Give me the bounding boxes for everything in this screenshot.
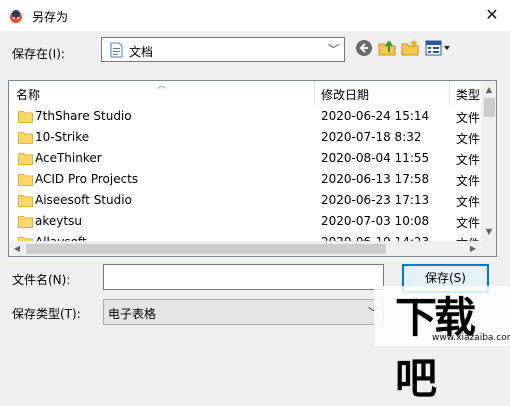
file-date: 2020-06-23 17:13 bbox=[321, 193, 430, 207]
column-header-row: 名称 ︿ 修改日期 类型 bbox=[9, 81, 481, 105]
file-type: 文件 bbox=[456, 153, 481, 167]
new-folder-icon[interactable] bbox=[401, 38, 419, 57]
scroll-left-arrow-icon[interactable]: ◀ bbox=[9, 241, 25, 256]
view-menu-icon[interactable] bbox=[425, 39, 453, 57]
save-type-value: 电子表格 bbox=[108, 307, 157, 321]
folder-icon bbox=[18, 195, 33, 207]
vertical-scrollbar[interactable]: ▲ ▼ bbox=[481, 81, 496, 241]
app-icon bbox=[10, 10, 22, 23]
file-type: 文件 bbox=[456, 132, 481, 146]
save-type-dropdown[interactable]: 电子表格 ﹀ bbox=[103, 299, 384, 325]
watermark-url: www.xiazaiba.com bbox=[432, 333, 510, 343]
file-name: Aiseesoft Studio bbox=[35, 193, 132, 207]
scroll-down-arrow-icon[interactable]: ▼ bbox=[481, 223, 496, 240]
save-type-label: 保存类型(T): bbox=[12, 307, 81, 321]
file-list[interactable]: 名称 ︿ 修改日期 类型 7thShare Studio 2020-06-24 1… bbox=[8, 80, 497, 257]
file-name-label: 文件名(N): bbox=[12, 273, 71, 287]
list-item[interactable]: Aiseesoft Studio 2020-06-23 17:13 文件 bbox=[9, 190, 481, 211]
save-in-dropdown[interactable]: 文档 ﹀ bbox=[101, 37, 345, 62]
folder-icon bbox=[18, 153, 33, 165]
back-icon[interactable] bbox=[355, 39, 373, 57]
file-name: ACID Pro Projects bbox=[35, 172, 139, 186]
file-type: 文件 bbox=[456, 174, 481, 188]
folder-icon bbox=[18, 216, 33, 228]
watermark-logo: 下载吧 bbox=[395, 293, 476, 403]
column-header-type[interactable]: 类型 bbox=[456, 86, 480, 103]
file-date: 2020-06-13 17:58 bbox=[321, 172, 430, 186]
file-name: akeytsu bbox=[35, 214, 82, 228]
chevron-down-icon: ﹀ bbox=[328, 43, 339, 56]
list-item[interactable]: ACID Pro Projects 2020-06-13 17:58 文件 bbox=[9, 169, 481, 190]
scroll-right-arrow-icon[interactable]: ▶ bbox=[465, 241, 481, 256]
file-name: 7thShare Studio bbox=[35, 109, 132, 123]
up-folder-icon[interactable] bbox=[378, 38, 396, 57]
file-type: 文件 bbox=[456, 111, 481, 125]
list-item[interactable]: 10-Strike 2020-07-18 8:32 文件 bbox=[9, 127, 481, 148]
sort-ascending-icon: ︿ bbox=[157, 81, 167, 91]
scroll-thumb-horizontal[interactable] bbox=[26, 244, 386, 254]
file-date: 2020-08-04 11:55 bbox=[321, 151, 430, 165]
file-name: AceThinker bbox=[35, 151, 102, 165]
file-type: 文件 bbox=[456, 195, 481, 209]
horizontal-scrollbar[interactable]: ◀ ▶ bbox=[9, 241, 481, 256]
column-header-date[interactable]: 修改日期 bbox=[321, 86, 369, 103]
save-in-label: 保存在(I): bbox=[12, 47, 65, 61]
column-separator[interactable] bbox=[314, 81, 315, 105]
file-date: 2020-07-18 8:32 bbox=[321, 130, 422, 144]
file-date: 2020-06-24 15:14 bbox=[321, 109, 430, 123]
window-title: 另存为 bbox=[32, 10, 69, 24]
file-name: 10-Strike bbox=[35, 130, 90, 144]
list-item[interactable]: AceThinker 2020-08-04 11:55 文件 bbox=[9, 148, 481, 169]
column-header-name[interactable]: 名称 bbox=[16, 86, 40, 103]
folder-icon bbox=[18, 132, 33, 144]
file-date: 2020-07-03 10:08 bbox=[321, 214, 430, 228]
folder-icon bbox=[18, 111, 33, 123]
save-in-value: 文档 bbox=[129, 45, 154, 59]
close-button[interactable]: ✕ bbox=[478, 2, 506, 28]
scroll-thumb[interactable] bbox=[484, 98, 495, 117]
scroll-up-arrow-icon[interactable]: ▲ bbox=[481, 81, 496, 98]
list-item[interactable]: akeytsu 2020-07-03 10:08 文件 bbox=[9, 211, 481, 232]
file-type: 文件 bbox=[456, 216, 481, 230]
scrollbar-corner bbox=[481, 241, 496, 256]
list-item[interactable]: 7thShare Studio 2020-06-24 15:14 文件 bbox=[9, 106, 481, 127]
column-separator[interactable] bbox=[449, 81, 450, 105]
folder-icon bbox=[18, 174, 33, 186]
file-name-input[interactable] bbox=[103, 264, 384, 290]
document-icon bbox=[110, 42, 123, 58]
title-bar bbox=[0, 0, 510, 31]
